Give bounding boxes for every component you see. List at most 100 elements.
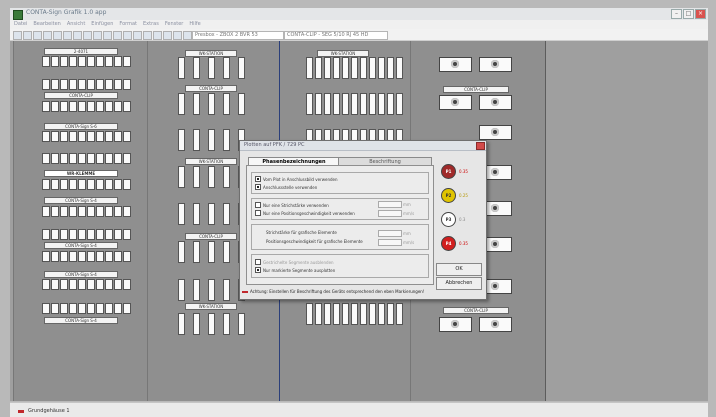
terminal-block[interactable] [178, 279, 245, 301]
rj45-socket[interactable] [479, 317, 512, 332]
zoom-in-icon[interactable] [103, 31, 112, 40]
terminal-block[interactable] [178, 166, 245, 188]
terminal-block[interactable] [178, 93, 245, 115]
dialog-close-icon[interactable] [476, 142, 485, 150]
checkbox-icon[interactable] [255, 176, 261, 182]
menu-item-hilfe[interactable]: Hilfe [189, 21, 200, 27]
minimize-button[interactable]: – [671, 9, 682, 19]
strichstaerke-input[interactable] [378, 201, 402, 208]
zoom-out-icon[interactable] [113, 31, 122, 40]
plotter-icon[interactable] [173, 31, 182, 40]
option-positionsgeschwindigkeit[interactable]: Nur eine Positionsgeschwindigkeit verwen… [255, 210, 355, 216]
series-select[interactable]: CONTA-CLIP - SEG 5/10 RJ 45 HD [284, 31, 388, 40]
option-plot-anschlussbild[interactable]: Vom Plot in Anschlussbild verwenden [255, 176, 338, 182]
unit-label: mm [403, 231, 411, 236]
panel-1[interactable]: 2-4071 CONTA-CLIP CONTA-Sign S-6 WR-KLEM… [13, 41, 148, 401]
element-strichstaerke-input[interactable] [378, 230, 402, 237]
terminal-row[interactable] [42, 131, 131, 142]
grid-icon[interactable] [123, 31, 132, 40]
terminal-row[interactable] [42, 251, 131, 262]
rj45-socket[interactable] [479, 125, 512, 140]
rj45-socket[interactable] [439, 317, 472, 332]
field-label: Positionsgeschwindigkeit für grafische E… [266, 239, 363, 244]
pen-p4-value: 0.35 [459, 241, 468, 246]
panel-label: CONTA-CLIP [44, 92, 118, 99]
new-file-icon[interactable] [13, 31, 22, 40]
terminal-block[interactable] [178, 129, 245, 151]
option-markierte-segmente[interactable]: Nur markierte Segmente ausplotten [255, 267, 335, 273]
pen-p4-icon[interactable]: P4 [441, 236, 456, 251]
menu-item-ansicht[interactable]: Ansicht [67, 21, 85, 27]
terminal-row[interactable] [42, 56, 131, 67]
checkbox-icon[interactable] [255, 210, 261, 216]
menu-item-format[interactable]: Format [119, 21, 137, 27]
text-icon[interactable] [133, 31, 142, 40]
rj45-socket[interactable] [479, 95, 512, 110]
option-segmente-ausblenden[interactable]: Gestrichelte Segmente ausblenden [255, 259, 334, 265]
menu-item-einfuegen[interactable]: Einfügen [91, 21, 113, 27]
panel-label: CONTA-Sign S-4 [44, 271, 118, 278]
unit-label: mm [403, 202, 411, 207]
toolbar: Presbox - ZBOX 2 BVR 53 CONTA-CLIP - SEG… [10, 29, 708, 41]
terminal-row[interactable] [42, 279, 131, 290]
menu-item-datei[interactable]: Datei [14, 21, 27, 27]
menu-item-extras[interactable]: Extras [143, 21, 159, 27]
maximize-button[interactable]: □ [683, 9, 694, 19]
rj45-socket[interactable] [479, 57, 512, 72]
checkbox-icon[interactable] [255, 184, 261, 190]
open-file-icon[interactable] [23, 31, 32, 40]
menu-item-bearbeiten[interactable]: Bearbeiten [33, 21, 60, 27]
terminal-row[interactable] [42, 179, 131, 190]
pen-p1-icon[interactable]: P1 [441, 164, 456, 179]
close-button[interactable]: × [695, 9, 706, 19]
undo-icon[interactable] [83, 31, 92, 40]
cancel-button[interactable]: Abbrechen [436, 277, 482, 290]
panel-label: WK-STATION [185, 50, 237, 57]
checkbox-icon[interactable] [255, 259, 261, 265]
paste-icon[interactable] [73, 31, 82, 40]
pen-p3-icon[interactable]: P3 [441, 212, 456, 227]
pen-p2-icon[interactable]: P2 [441, 188, 456, 203]
terminal-block[interactable] [178, 313, 245, 335]
redo-icon[interactable] [93, 31, 102, 40]
rj45-socket[interactable] [439, 57, 472, 72]
rectangle-icon[interactable] [153, 31, 162, 40]
save-icon[interactable] [33, 31, 42, 40]
symbol-icon[interactable] [163, 31, 172, 40]
geschwindigkeit-input[interactable] [378, 210, 402, 217]
rj45-socket[interactable] [439, 95, 472, 110]
field-label: Strichstärke für grafische Elemente [266, 230, 337, 235]
line-icon[interactable] [143, 31, 152, 40]
cut-icon[interactable] [53, 31, 62, 40]
panel-label: CONTA-Sign S-6 [44, 123, 118, 130]
terminal-row[interactable] [42, 303, 131, 314]
terminal-block[interactable] [178, 203, 245, 225]
option-anschlussstelle[interactable]: Anschlussstelle verwenden [255, 184, 317, 190]
menu-item-fenster[interactable]: Fenster [165, 21, 184, 27]
terminal-row[interactable] [42, 101, 131, 112]
print-icon[interactable] [43, 31, 52, 40]
checkbox-icon[interactable] [255, 267, 261, 273]
terminal-row[interactable] [42, 153, 131, 164]
element-geschwindigkeit-input[interactable] [378, 239, 402, 246]
copy-icon[interactable] [63, 31, 72, 40]
terminal-block[interactable] [306, 303, 403, 325]
profile-select[interactable]: Presbox - ZBOX 2 BVR 53 [192, 31, 284, 40]
help-icon[interactable] [183, 31, 192, 40]
plot-dialog: Plotten auf PFK / 729 PC Phasenbezeichnu… [239, 140, 487, 300]
dialog-footer-note: Achtung: Einstellen für Beschriftung des… [250, 289, 425, 294]
terminal-block[interactable] [306, 93, 403, 115]
ok-button[interactable]: OK [436, 263, 482, 276]
terminal-row[interactable] [42, 79, 131, 90]
option-group: Vom Plot in Anschlussbild verwenden Ansc… [251, 172, 429, 194]
terminal-block[interactable] [178, 57, 245, 79]
terminal-block[interactable] [178, 241, 245, 263]
panel-label: CONTA-Sign S-4 [44, 197, 118, 204]
checkbox-icon[interactable] [255, 202, 261, 208]
terminal-row[interactable] [42, 229, 131, 240]
terminal-row[interactable] [42, 206, 131, 217]
window-title: CONTA-Sign Grafik 1.0 app [26, 9, 107, 16]
option-strichstaerke[interactable]: Nur eine Strichstärke verwenden [255, 202, 329, 208]
terminal-block[interactable] [306, 57, 403, 79]
panel-label: 2-4071 [44, 48, 118, 55]
